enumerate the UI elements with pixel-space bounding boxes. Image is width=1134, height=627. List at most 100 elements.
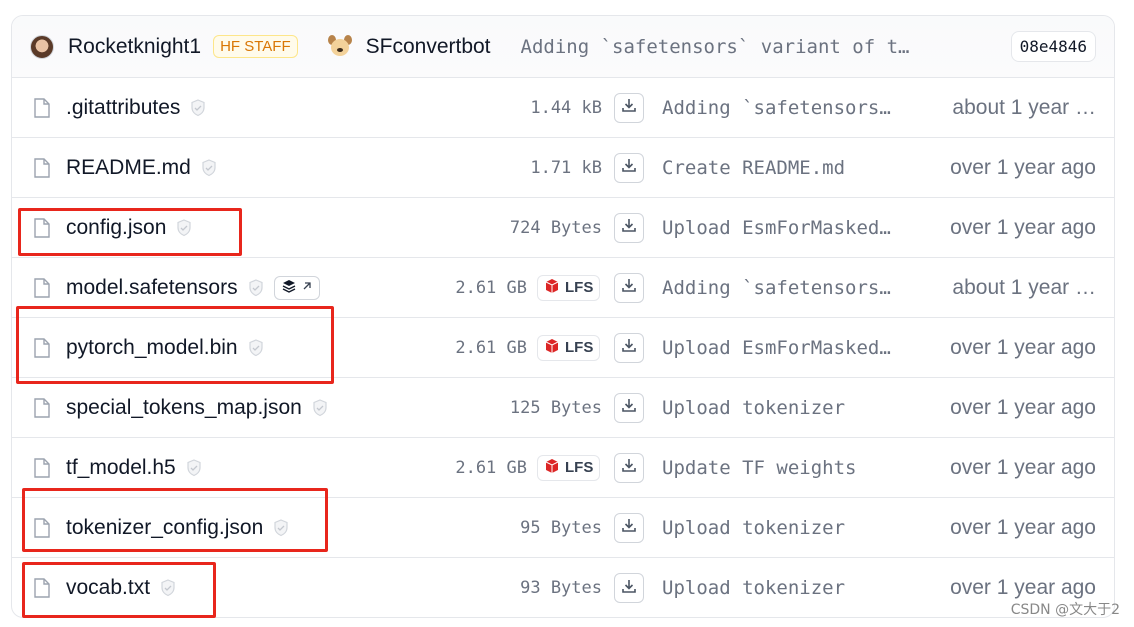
file-size: 1.71 kB — [530, 157, 602, 178]
download-button[interactable] — [614, 212, 644, 243]
committer-name[interactable]: SFconvertbot — [366, 35, 491, 59]
commit-message[interactable]: Adding `safetensors` variant of t… — [521, 36, 981, 58]
file-name[interactable]: .gitattributes — [66, 96, 180, 120]
file-icon — [34, 398, 50, 418]
safe-scan-shield-icon[interactable] — [201, 158, 217, 177]
file-commit-message[interactable]: Adding `safetensors… — [662, 277, 917, 299]
file-name-link[interactable]: vocab.txt — [66, 576, 176, 600]
file-icon — [34, 158, 50, 178]
file-name[interactable]: special_tokens_map.json — [66, 396, 302, 420]
download-button[interactable] — [614, 272, 644, 303]
file-icon — [34, 98, 50, 118]
author-name[interactable]: Rocketknight1 — [68, 35, 201, 59]
download-button[interactable] — [614, 452, 644, 483]
file-name[interactable]: pytorch_model.bin — [66, 336, 238, 360]
download-button[interactable] — [614, 152, 644, 183]
safe-scan-shield-icon[interactable] — [248, 338, 264, 357]
lfs-badge[interactable]: LFS — [537, 274, 601, 301]
download-icon — [621, 157, 637, 178]
file-name-link[interactable]: pytorch_model.bin — [66, 336, 264, 360]
external-link-icon — [301, 280, 313, 295]
file-size: 2.61 GB — [455, 337, 527, 358]
file-name[interactable]: vocab.txt — [66, 576, 150, 600]
lfs-badge[interactable]: LFS — [537, 454, 601, 481]
file-size: 95 Bytes — [520, 517, 602, 538]
file-commit-date: over 1 year ago — [950, 215, 1096, 239]
file-row[interactable]: vocab.txt 93 Bytes Upload tokenizer over 1 … — [12, 558, 1114, 617]
file-name-link[interactable]: model.safetensors — [66, 275, 320, 300]
file-size: 125 Bytes — [509, 397, 602, 418]
download-button[interactable] — [614, 573, 644, 603]
file-size: 2.61 GB — [455, 277, 527, 298]
download-icon — [621, 97, 637, 118]
file-commit-date: over 1 year ago — [950, 455, 1096, 479]
download-button[interactable] — [614, 392, 644, 423]
file-commit-message[interactable]: Upload tokenizer — [662, 577, 917, 599]
file-commit-date: over 1 year ago — [950, 515, 1096, 539]
file-icon — [34, 218, 50, 238]
download-icon — [621, 397, 637, 418]
staff-badge: HF STAFF — [213, 35, 298, 58]
file-size: 93 Bytes — [520, 578, 602, 598]
lfs-badge[interactable]: LFS — [537, 334, 601, 361]
file-row[interactable]: tokenizer_config.json 95 Bytes Upload toke… — [12, 498, 1114, 558]
file-name[interactable]: tokenizer_config.json — [66, 516, 263, 540]
file-row[interactable]: tf_model.h5 2.61 GB LFS Update TF weights ov… — [12, 438, 1114, 498]
file-row[interactable]: model.safetensors 2.61 GB LFS Adding `safet… — [12, 258, 1114, 318]
file-commit-date: over 1 year ago — [950, 335, 1096, 359]
safe-scan-shield-icon[interactable] — [176, 218, 192, 237]
download-icon — [621, 277, 637, 298]
lfs-label: LFS — [565, 339, 594, 356]
safe-scan-shield-icon[interactable] — [248, 278, 264, 297]
file-commit-message[interactable]: Update TF weights — [662, 457, 917, 479]
download-icon — [621, 578, 637, 599]
safetensors-icon — [281, 279, 297, 296]
file-commit-date: over 1 year ago — [950, 155, 1096, 179]
file-size: 724 Bytes — [509, 217, 602, 238]
download-icon — [621, 337, 637, 358]
bot-avatar-icon — [327, 34, 352, 59]
file-name[interactable]: config.json — [66, 216, 166, 240]
safetensors-viewer-button[interactable] — [273, 275, 320, 300]
file-commit-date: over 1 year ago — [950, 395, 1096, 419]
safe-scan-shield-icon[interactable] — [312, 398, 328, 417]
file-name-link[interactable]: README.md — [66, 156, 217, 180]
file-icon — [34, 578, 50, 598]
author-avatar[interactable] — [30, 34, 54, 59]
file-row[interactable]: README.md 1.71 kB Create README.md over 1 y… — [12, 138, 1114, 198]
file-name[interactable]: model.safetensors — [66, 276, 238, 300]
download-button[interactable] — [614, 512, 644, 543]
file-icon — [34, 518, 50, 538]
download-button[interactable] — [614, 332, 644, 363]
download-button[interactable] — [614, 92, 644, 123]
file-name[interactable]: tf_model.h5 — [66, 456, 176, 480]
file-name-link[interactable]: .gitattributes — [66, 96, 206, 120]
lfs-label: LFS — [565, 459, 594, 476]
file-icon — [34, 338, 50, 358]
file-commit-date: about 1 year … — [952, 95, 1096, 119]
file-commit-message[interactable]: Adding `safetensors… — [662, 97, 917, 119]
safe-scan-shield-icon[interactable] — [273, 518, 289, 537]
file-commit-message[interactable]: Upload tokenizer — [662, 517, 917, 539]
file-commit-message[interactable]: Upload EsmForMasked… — [662, 217, 917, 239]
file-row[interactable]: pytorch_model.bin 2.61 GB LFS Upload EsmFor… — [12, 318, 1114, 378]
file-name-link[interactable]: special_tokens_map.json — [66, 396, 328, 420]
file-name-link[interactable]: tf_model.h5 — [66, 456, 202, 480]
file-commit-message[interactable]: Upload EsmForMasked… — [662, 337, 917, 359]
file-name-link[interactable]: tokenizer_config.json — [66, 516, 289, 540]
safe-scan-shield-icon[interactable] — [186, 458, 202, 477]
file-name-link[interactable]: config.json — [66, 216, 192, 240]
file-commit-message[interactable]: Upload tokenizer — [662, 397, 917, 419]
safe-scan-shield-icon[interactable] — [190, 98, 206, 117]
file-commit-date: about 1 year … — [952, 275, 1096, 299]
file-row[interactable]: .gitattributes 1.44 kB Adding `safetensors… — [12, 78, 1114, 138]
file-commit-message[interactable]: Create README.md — [662, 157, 917, 179]
file-row[interactable]: special_tokens_map.json 125 Bytes Upload t… — [12, 378, 1114, 438]
safe-scan-shield-icon[interactable] — [160, 579, 176, 597]
file-list-card: Rocketknight1 HF STAFF SFconvertbot Addi… — [11, 15, 1115, 618]
file-name[interactable]: README.md — [66, 156, 191, 180]
commit-sha[interactable]: 08e4846 — [1010, 31, 1096, 62]
file-row[interactable]: config.json 724 Bytes Upload EsmForMasked…… — [12, 198, 1114, 258]
file-commit-date: over 1 year ago — [950, 576, 1096, 599]
download-icon — [621, 457, 637, 478]
